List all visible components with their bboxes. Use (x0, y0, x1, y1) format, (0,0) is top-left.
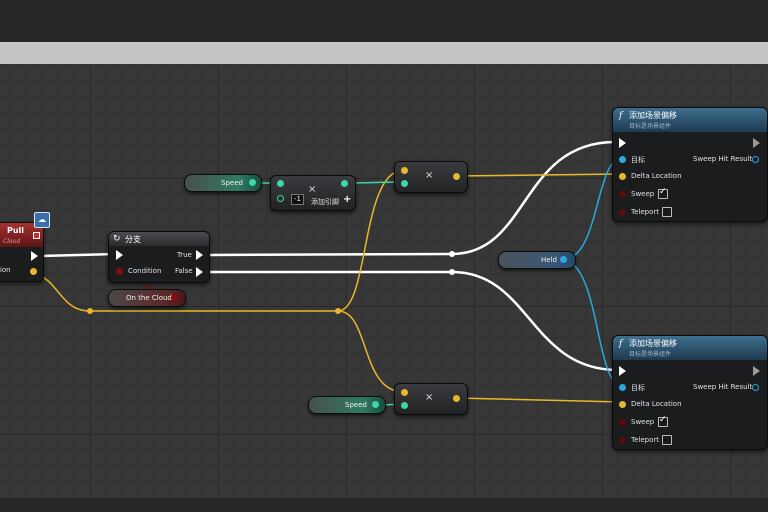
add-world-offset-node-top[interactable]: f 添加场景偏移 目标是场景组件 目标 Sweep Hit Result Del… (612, 107, 768, 222)
add-world-offset-node-bottom[interactable]: f 添加场景偏移 目标是场景组件 目标 Sweep Hit Result Del… (612, 335, 768, 450)
offset-top-subtitle: 目标是场景组件 (629, 123, 672, 130)
offset-top-sweep-checkbox[interactable] (658, 187, 668, 199)
offset-bottom-result-pin[interactable] (752, 384, 759, 391)
event-location-label: Location (0, 266, 11, 274)
editor-toolbar (0, 0, 768, 42)
mult-bottom-symbol: × (425, 392, 434, 403)
branch-true-label: True (177, 251, 192, 259)
on-the-cloud-variable[interactable]: On the Cloud (108, 289, 186, 307)
speed-bottom-label: Speed (345, 401, 367, 409)
offset-bottom-subtitle: 目标是场景组件 (629, 351, 672, 358)
branch-true-exec-pin[interactable] (196, 250, 203, 260)
multiply-float-in-pin-2[interactable] (277, 195, 284, 202)
branch-node-title: 分支 (125, 235, 141, 244)
function-icon: f (619, 111, 623, 121)
add-pin-plus-icon[interactable]: + (343, 194, 351, 205)
mult-bottom-float-in-pin[interactable] (401, 402, 408, 409)
speed-top-label: Speed (221, 179, 243, 187)
branch-icon: ↻ (113, 234, 121, 244)
multiply-symbol: × (308, 184, 317, 195)
offset-bottom-target-pin[interactable] (619, 384, 626, 391)
event-location-pin[interactable] (30, 268, 37, 275)
offset-bottom-target-label: 目标 (631, 384, 645, 392)
offset-top-delta-label: Delta Location (631, 172, 682, 180)
multiply-node-vector-bottom[interactable]: × (394, 383, 468, 415)
held-label: Held (541, 256, 557, 264)
mult-bottom-vector-in-pin[interactable] (401, 389, 408, 396)
mult-bottom-vector-out-pin[interactable] (453, 395, 460, 402)
held-variable[interactable]: Held (498, 251, 576, 269)
branch-false-label: False (175, 267, 193, 275)
offset-bottom-teleport-label: Teleport (631, 436, 659, 444)
branch-false-exec-pin[interactable] (196, 267, 203, 277)
offset-top-sweep-label: Sweep (631, 190, 655, 198)
speed-variable-bottom[interactable]: Speed (308, 396, 386, 414)
branch-condition-pin[interactable] (116, 268, 123, 275)
speed-variable-top[interactable]: Speed (184, 174, 262, 192)
offset-top-sweep-pin[interactable] (619, 191, 626, 198)
offset-top-teleport-checkbox[interactable] (662, 207, 672, 217)
offset-bottom-teleport-checkbox[interactable] (662, 435, 672, 445)
multiply-value-box[interactable]: -1 (291, 194, 304, 205)
offset-bottom-exec-in-pin[interactable] (619, 366, 626, 376)
offset-bottom-delta-label: Delta Location (631, 400, 682, 408)
mult-top-vector-out-pin[interactable] (453, 173, 460, 180)
offset-top-result-pin[interactable] (752, 156, 759, 163)
graph-title-strip (0, 42, 768, 64)
multiply-node-vector-top[interactable]: × (394, 161, 468, 193)
on-the-cloud-pin[interactable] (171, 294, 178, 301)
event-node-subtitle: Cloud (3, 238, 21, 245)
offset-top-target-pin[interactable] (619, 156, 626, 163)
speed-bottom-pin[interactable] (372, 401, 379, 408)
offset-bottom-exec-out-pin[interactable] (753, 366, 760, 376)
offset-bottom-sweep-pin[interactable] (619, 419, 626, 426)
offset-bottom-sweep-checkbox[interactable] (658, 415, 668, 427)
editor-statusbar (0, 498, 768, 512)
offset-bottom-result-label: Sweep Hit Result (693, 383, 753, 391)
offset-bottom-teleport-pin[interactable] (619, 437, 626, 444)
mult-top-vector-in-pin[interactable] (401, 167, 408, 174)
on-the-cloud-label: On the Cloud (126, 294, 172, 302)
event-node-pull[interactable]: Pull Cloud Location (0, 222, 44, 282)
offset-top-teleport-label: Teleport (631, 208, 659, 216)
multiply-float-in-pin[interactable] (277, 180, 284, 187)
function-icon: f (619, 339, 623, 349)
branch-node[interactable]: ↻ 分支 True Condition False (108, 231, 210, 283)
multiply-float-out-pin[interactable] (341, 180, 348, 187)
held-pin[interactable] (560, 256, 567, 263)
offset-top-exec-in-pin[interactable] (619, 138, 626, 148)
branch-exec-in-pin[interactable] (116, 250, 123, 260)
offset-top-target-label: 目标 (631, 156, 645, 164)
offset-bottom-delta-pin[interactable] (619, 401, 626, 408)
event-node-corner-square (33, 232, 40, 239)
mult-top-symbol: × (425, 170, 434, 181)
offset-bottom-sweep-label: Sweep (631, 418, 655, 426)
add-pin-label[interactable]: 添加引脚 (311, 197, 339, 207)
mult-top-float-in-pin[interactable] (401, 180, 408, 187)
offset-top-teleport-pin[interactable] (619, 209, 626, 216)
event-exec-out-pin[interactable] (31, 251, 38, 261)
offset-top-result-label: Sweep Hit Result (693, 155, 753, 163)
offset-top-delta-pin[interactable] (619, 173, 626, 180)
offset-top-exec-out-pin[interactable] (753, 138, 760, 148)
branch-condition-label: Condition (128, 267, 162, 275)
multiply-node-float[interactable]: -1 × 添加引脚 + (270, 175, 356, 211)
speed-top-pin[interactable] (249, 179, 256, 186)
cloud-badge-icon: ☁ (34, 212, 50, 228)
